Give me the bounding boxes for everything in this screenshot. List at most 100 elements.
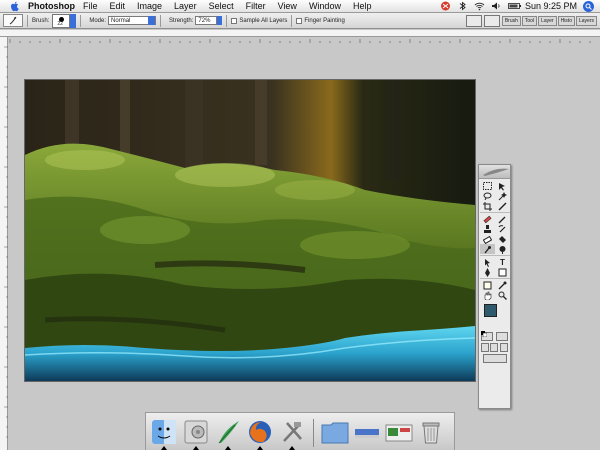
battery-icon[interactable]: [508, 1, 521, 11]
marquee-tool-icon[interactable]: [480, 181, 495, 191]
brush-size: 22: [57, 20, 63, 27]
menu-view[interactable]: View: [278, 1, 297, 11]
menu-window[interactable]: Window: [309, 1, 341, 11]
volume-icon[interactable]: [491, 1, 502, 11]
crop-tool-icon[interactable]: [480, 201, 495, 211]
apple-menu-icon[interactable]: [8, 0, 22, 13]
menu-edit[interactable]: Edit: [110, 1, 126, 11]
dock-finder[interactable]: [150, 417, 178, 450]
paint-bucket-tool-icon[interactable]: [495, 234, 510, 244]
default-colors-icon[interactable]: [481, 324, 488, 338]
menu-file[interactable]: File: [83, 1, 98, 11]
eyedropper-tool-icon[interactable]: [495, 280, 510, 290]
menu-select[interactable]: Select: [209, 1, 234, 11]
lasso-tool-icon[interactable]: [480, 191, 495, 201]
tool-preset-picker[interactable]: [3, 14, 23, 27]
strength-input[interactable]: 72%: [195, 16, 218, 25]
divider: [226, 14, 228, 27]
dock-firefox[interactable]: [246, 417, 274, 450]
dock-trash[interactable]: [417, 417, 445, 447]
dock: [145, 412, 455, 450]
clock[interactable]: Sun 9:25 PM: [525, 1, 577, 11]
slice-tool-icon[interactable]: [495, 201, 510, 211]
magic-wand-tool-icon[interactable]: [495, 191, 510, 201]
hand-tool-icon[interactable]: [480, 290, 495, 300]
palette-tabs: Brush Tool Layer Histo Layers: [501, 15, 597, 26]
dock-mail[interactable]: [214, 417, 242, 450]
tab-histo[interactable]: Histo: [557, 15, 575, 26]
feather-quill-icon: [218, 421, 239, 444]
bluetooth-icon[interactable]: [457, 1, 468, 11]
dock-script-editor[interactable]: [278, 417, 306, 450]
history-brush-tool-icon[interactable]: [495, 224, 510, 234]
spotlight-icon[interactable]: [583, 0, 594, 12]
dock-minimized-window[interactable]: [385, 417, 413, 447]
toolbox-header[interactable]: [479, 165, 510, 179]
tab-tool[interactable]: Tool: [521, 15, 538, 26]
document-canvas[interactable]: [25, 80, 475, 381]
menu-image[interactable]: Image: [137, 1, 162, 11]
folder-icon: [321, 422, 349, 444]
dock-system-preferences[interactable]: [182, 417, 210, 450]
finger-painting-checkbox[interactable]: [296, 17, 303, 24]
running-indicator: [225, 446, 231, 450]
window-thumbnail-icon: [385, 424, 413, 442]
screen-modes: [480, 343, 509, 352]
feather-icon: [483, 168, 509, 176]
strength-slider-button[interactable]: [217, 16, 223, 25]
clone-stamp-tool-icon[interactable]: [480, 224, 495, 234]
brush-dropdown-button[interactable]: [70, 13, 77, 28]
menu-extras: Sun 9:25 PM: [440, 0, 600, 12]
smudge-tool-icon[interactable]: [480, 244, 495, 254]
menu-help[interactable]: Help: [353, 1, 372, 11]
running-indicator: [257, 446, 263, 450]
mode-label: Mode:: [89, 17, 107, 24]
dock-document[interactable]: [353, 417, 381, 447]
wifi-icon[interactable]: [474, 1, 485, 11]
sample-all-layers-checkbox[interactable]: [231, 17, 238, 24]
type-tool-icon[interactable]: T: [495, 257, 510, 267]
full-screen-mode-button[interactable]: [500, 343, 509, 352]
divider: [480, 278, 510, 279]
jump-to: [480, 354, 509, 363]
menu-layer[interactable]: Layer: [174, 1, 197, 11]
full-screen-menu-mode-button[interactable]: [490, 343, 499, 352]
document-icon: [355, 429, 379, 438]
finder-icon: [152, 420, 176, 444]
pen-tool-icon[interactable]: [480, 267, 495, 277]
brush-picker[interactable]: 22: [52, 13, 71, 28]
menu-bar: Photoshop File Edit Image Layer Select F…: [0, 0, 600, 13]
menu-filter[interactable]: Filter: [246, 1, 266, 11]
toggle-palettes-button[interactable]: [483, 14, 500, 27]
brush-tool-icon[interactable]: [495, 214, 510, 224]
foreground-color-swatch[interactable]: [484, 304, 497, 317]
rectangle-tool-icon[interactable]: [495, 267, 510, 277]
dock-divider: [313, 419, 314, 447]
divider: [160, 14, 162, 27]
tab-brush[interactable]: Brush: [501, 15, 521, 26]
move-tool-icon[interactable]: [495, 181, 510, 191]
dock-applications-folder[interactable]: [321, 417, 349, 447]
ruler-horizontal[interactable]: [0, 30, 600, 43]
zoom-tool-icon[interactable]: [495, 290, 510, 300]
dodge-tool-icon[interactable]: [495, 244, 510, 254]
path-selection-tool-icon[interactable]: [480, 257, 495, 267]
tab-layer[interactable]: Layer: [538, 15, 557, 26]
divider: [291, 14, 293, 27]
color-swatches: [481, 304, 508, 338]
eraser-tool-icon[interactable]: [480, 234, 495, 244]
jump-to-imageready-button[interactable]: [482, 354, 507, 363]
status-icon[interactable]: [440, 1, 451, 11]
notes-tool-icon[interactable]: [480, 280, 495, 290]
quick-mask-mode-button[interactable]: [495, 332, 508, 341]
tab-layers[interactable]: Layers: [575, 15, 597, 26]
healing-brush-tool-icon[interactable]: [480, 214, 495, 224]
firefox-icon: [249, 421, 271, 443]
mode-select[interactable]: Normal: [108, 16, 157, 25]
ruler-vertical[interactable]: [0, 37, 8, 450]
divider: [27, 14, 28, 27]
file-browser-button[interactable]: [465, 14, 482, 27]
app-menu[interactable]: Photoshop: [28, 1, 75, 11]
system-preferences-icon: [184, 420, 208, 444]
standard-screen-mode-button[interactable]: [480, 343, 489, 352]
